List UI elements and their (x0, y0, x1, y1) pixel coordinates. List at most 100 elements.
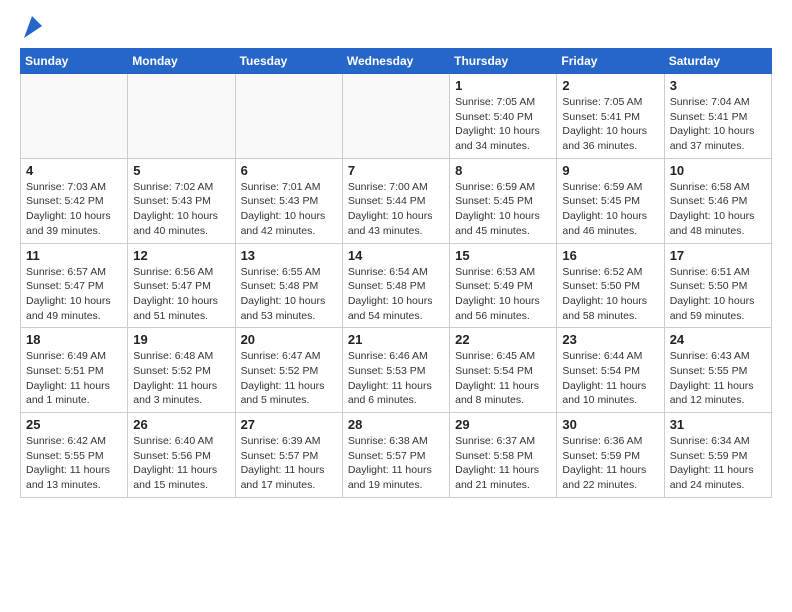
day-number: 10 (670, 163, 766, 178)
calendar-cell: 30Sunrise: 6:36 AM Sunset: 5:59 PM Dayli… (557, 413, 664, 498)
calendar-cell: 25 Sunrise: 6:42 AM Sunset: 5:55 PM Dayli… (21, 413, 128, 498)
calendar-cell: 5Sunrise: 7:02 AM Sunset: 5:43 PM Daylig… (128, 158, 235, 243)
calendar-cell (21, 74, 128, 159)
logo (20, 16, 44, 40)
calendar-cell (128, 74, 235, 159)
day-of-week-header: Saturday (664, 49, 771, 74)
day-number: 2 (562, 78, 658, 93)
day-detail: Sunrise: 7:05 AM Sunset: 5:41 PM Dayligh… (562, 95, 658, 154)
day-detail: Sunrise: 6:58 AM Sunset: 5:46 PM Dayligh… (670, 180, 766, 239)
calendar-cell: 2 Sunrise: 7:05 AM Sunset: 5:41 PM Daylig… (557, 74, 664, 159)
day-detail: Sunrise: 6:45 AM Sunset: 5:54 PM Dayligh… (455, 349, 551, 408)
day-number: 15 (455, 248, 551, 263)
day-detail: Sunrise: 6:51 AM Sunset: 5:50 PM Dayligh… (670, 265, 766, 324)
day-number: 31 (670, 417, 766, 432)
day-detail: Sunrise: 6:39 AM Sunset: 5:57 PM Dayligh… (241, 434, 337, 493)
calendar-cell: 28 Sunrise: 6:38 AM Sunset: 5:57 PM Dayli… (342, 413, 449, 498)
day-of-week-header: Thursday (450, 49, 557, 74)
day-number: 9 (562, 163, 658, 178)
day-number: 11 (26, 248, 122, 263)
day-detail: Sunrise: 6:48 AM Sunset: 5:52 PM Dayligh… (133, 349, 229, 408)
day-detail: Sunrise: 7:00 AM Sunset: 5:44 PM Dayligh… (348, 180, 444, 239)
day-detail: Sunrise: 6:44 AM Sunset: 5:54 PM Dayligh… (562, 349, 658, 408)
day-number: 26 (133, 417, 229, 432)
day-number: 18 (26, 332, 122, 347)
calendar-cell: 20Sunrise: 6:47 AM Sunset: 5:52 PM Dayli… (235, 328, 342, 413)
calendar-week-row: 4 Sunrise: 7:03 AM Sunset: 5:42 PM Daylig… (21, 158, 772, 243)
calendar-cell: 14Sunrise: 6:54 AM Sunset: 5:48 PM Dayli… (342, 243, 449, 328)
day-number: 19 (133, 332, 229, 347)
day-detail: Sunrise: 6:40 AM Sunset: 5:56 PM Dayligh… (133, 434, 229, 493)
day-of-week-header: Wednesday (342, 49, 449, 74)
day-detail: Sunrise: 6:52 AM Sunset: 5:50 PM Dayligh… (562, 265, 658, 324)
day-detail: Sunrise: 6:57 AM Sunset: 5:47 PM Dayligh… (26, 265, 122, 324)
calendar-week-row: 25 Sunrise: 6:42 AM Sunset: 5:55 PM Dayli… (21, 413, 772, 498)
day-detail: Sunrise: 7:05 AM Sunset: 5:40 PM Dayligh… (455, 95, 551, 154)
calendar-cell: 11 Sunrise: 6:57 AM Sunset: 5:47 PM Dayli… (21, 243, 128, 328)
day-detail: Sunrise: 6:49 AM Sunset: 5:51 PM Dayligh… (26, 349, 122, 408)
calendar-cell: 9Sunrise: 6:59 AM Sunset: 5:45 PM Daylig… (557, 158, 664, 243)
calendar-cell: 24Sunrise: 6:43 AM Sunset: 5:55 PM Dayli… (664, 328, 771, 413)
day-number: 27 (241, 417, 337, 432)
day-detail: Sunrise: 6:56 AM Sunset: 5:47 PM Dayligh… (133, 265, 229, 324)
calendar-cell: 6 Sunrise: 7:01 AM Sunset: 5:43 PM Daylig… (235, 158, 342, 243)
calendar-cell: 27 Sunrise: 6:39 AM Sunset: 5:57 PM Dayli… (235, 413, 342, 498)
calendar-cell: 4 Sunrise: 7:03 AM Sunset: 5:42 PM Daylig… (21, 158, 128, 243)
logo-bird-icon (22, 12, 44, 40)
day-number: 3 (670, 78, 766, 93)
calendar-header-row: SundayMondayTuesdayWednesdayThursdayFrid… (21, 49, 772, 74)
day-number: 1 (455, 78, 551, 93)
day-of-week-header: Friday (557, 49, 664, 74)
day-number: 8 (455, 163, 551, 178)
day-detail: Sunrise: 6:43 AM Sunset: 5:55 PM Dayligh… (670, 349, 766, 408)
calendar-table: SundayMondayTuesdayWednesdayThursdayFrid… (20, 48, 772, 498)
calendar-cell: 10 Sunrise: 6:58 AM Sunset: 5:46 PM Dayli… (664, 158, 771, 243)
calendar-week-row: 1 Sunrise: 7:05 AM Sunset: 5:40 PM Daylig… (21, 74, 772, 159)
day-detail: Sunrise: 6:46 AM Sunset: 5:53 PM Dayligh… (348, 349, 444, 408)
calendar-cell: 18 Sunrise: 6:49 AM Sunset: 5:51 PM Dayli… (21, 328, 128, 413)
page-header (20, 16, 772, 40)
day-number: 4 (26, 163, 122, 178)
calendar-cell: 12 Sunrise: 6:56 AM Sunset: 5:47 PM Dayli… (128, 243, 235, 328)
day-detail: Sunrise: 7:01 AM Sunset: 5:43 PM Dayligh… (241, 180, 337, 239)
day-number: 12 (133, 248, 229, 263)
day-detail: Sunrise: 6:36 AM Sunset: 5:59 PM Dayligh… (562, 434, 658, 493)
day-number: 6 (241, 163, 337, 178)
calendar-cell: 1 Sunrise: 7:05 AM Sunset: 5:40 PM Daylig… (450, 74, 557, 159)
calendar-cell: 29Sunrise: 6:37 AM Sunset: 5:58 PM Dayli… (450, 413, 557, 498)
calendar-week-row: 18 Sunrise: 6:49 AM Sunset: 5:51 PM Dayli… (21, 328, 772, 413)
day-number: 17 (670, 248, 766, 263)
calendar-cell: 16Sunrise: 6:52 AM Sunset: 5:50 PM Dayli… (557, 243, 664, 328)
calendar-cell (235, 74, 342, 159)
day-detail: Sunrise: 6:37 AM Sunset: 5:58 PM Dayligh… (455, 434, 551, 493)
day-detail: Sunrise: 6:59 AM Sunset: 5:45 PM Dayligh… (455, 180, 551, 239)
calendar-cell: 13 Sunrise: 6:55 AM Sunset: 5:48 PM Dayli… (235, 243, 342, 328)
day-detail: Sunrise: 6:53 AM Sunset: 5:49 PM Dayligh… (455, 265, 551, 324)
calendar-cell: 22 Sunrise: 6:45 AM Sunset: 5:54 PM Dayli… (450, 328, 557, 413)
day-number: 20 (241, 332, 337, 347)
calendar-cell: 8 Sunrise: 6:59 AM Sunset: 5:45 PM Daylig… (450, 158, 557, 243)
calendar-cell: 7 Sunrise: 7:00 AM Sunset: 5:44 PM Daylig… (342, 158, 449, 243)
day-detail: Sunrise: 7:03 AM Sunset: 5:42 PM Dayligh… (26, 180, 122, 239)
day-detail: Sunrise: 6:34 AM Sunset: 5:59 PM Dayligh… (670, 434, 766, 493)
day-number: 5 (133, 163, 229, 178)
day-number: 28 (348, 417, 444, 432)
day-number: 25 (26, 417, 122, 432)
day-of-week-header: Tuesday (235, 49, 342, 74)
calendar-cell (342, 74, 449, 159)
day-number: 13 (241, 248, 337, 263)
day-number: 22 (455, 332, 551, 347)
calendar-cell: 19 Sunrise: 6:48 AM Sunset: 5:52 PM Dayli… (128, 328, 235, 413)
calendar-week-row: 11 Sunrise: 6:57 AM Sunset: 5:47 PM Dayli… (21, 243, 772, 328)
day-of-week-header: Sunday (21, 49, 128, 74)
day-detail: Sunrise: 6:38 AM Sunset: 5:57 PM Dayligh… (348, 434, 444, 493)
calendar-cell: 15 Sunrise: 6:53 AM Sunset: 5:49 PM Dayli… (450, 243, 557, 328)
day-detail: Sunrise: 6:55 AM Sunset: 5:48 PM Dayligh… (241, 265, 337, 324)
calendar-cell: 31 Sunrise: 6:34 AM Sunset: 5:59 PM Dayli… (664, 413, 771, 498)
calendar-cell: 21 Sunrise: 6:46 AM Sunset: 5:53 PM Dayli… (342, 328, 449, 413)
calendar-cell: 17 Sunrise: 6:51 AM Sunset: 5:50 PM Dayli… (664, 243, 771, 328)
day-number: 7 (348, 163, 444, 178)
day-number: 21 (348, 332, 444, 347)
day-detail: Sunrise: 6:54 AM Sunset: 5:48 PM Dayligh… (348, 265, 444, 324)
day-detail: Sunrise: 6:42 AM Sunset: 5:55 PM Dayligh… (26, 434, 122, 493)
